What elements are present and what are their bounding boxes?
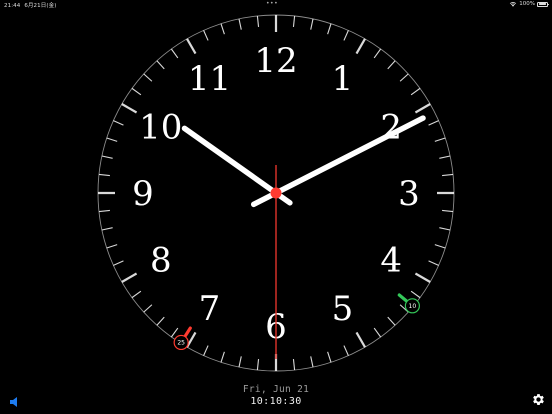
- clock-numeral: 7: [199, 289, 221, 329]
- minute-tick: [143, 73, 153, 82]
- clock-numeral: 3: [398, 174, 420, 214]
- digital-time: 10:10:30: [250, 396, 302, 407]
- minute-tick: [106, 137, 118, 142]
- minute-tick: [238, 356, 242, 368]
- hour-tick: [414, 272, 431, 283]
- minute-tick: [428, 120, 439, 126]
- minute-tick: [101, 155, 113, 159]
- marker-label: 10: [409, 303, 417, 310]
- minute-tick: [373, 48, 382, 59]
- minute-tick: [399, 73, 409, 82]
- hour-tick: [414, 103, 431, 114]
- minute-tick: [343, 345, 349, 356]
- analog-clock: 12 1234567891011 1025: [97, 14, 455, 372]
- minute-tick: [373, 327, 382, 338]
- marker-label: 25: [177, 340, 185, 347]
- hour-tick: [121, 272, 138, 283]
- minute-tick: [410, 87, 421, 96]
- minute-tick: [98, 209, 110, 213]
- clock-numeral: 12: [254, 41, 297, 81]
- minute-tick: [98, 173, 110, 177]
- digital-date: Fri, Jun 21: [242, 384, 310, 395]
- clock-numeral: 4: [380, 241, 402, 281]
- minute-tick: [220, 351, 225, 363]
- minute-tick: [292, 15, 296, 27]
- minute-tick: [256, 15, 260, 27]
- minute-tick: [106, 244, 118, 249]
- minute-tick: [434, 137, 446, 142]
- clock-numeral: 1: [332, 59, 354, 99]
- minute-tick: [203, 30, 209, 41]
- minute-tick: [256, 359, 260, 371]
- minute-tick: [327, 351, 332, 363]
- minute-tick: [170, 48, 179, 59]
- minute-tick: [113, 120, 124, 126]
- speaker-icon: [10, 397, 17, 407]
- hour-tick: [186, 38, 197, 55]
- minute-tick: [310, 18, 314, 30]
- minute-tick: [387, 60, 396, 70]
- minute-tick: [131, 87, 142, 96]
- marker-handle: [397, 293, 408, 303]
- minute-tick: [439, 155, 451, 159]
- clock-numeral: 9: [132, 174, 154, 214]
- hour-tick: [121, 103, 138, 114]
- minute-tick: [131, 290, 142, 299]
- clock-numeral: 10: [139, 108, 182, 148]
- minute-tick: [428, 260, 439, 266]
- clock-numeral: 8: [150, 241, 172, 281]
- sound-button[interactable]: [7, 394, 21, 408]
- minute-tick: [238, 18, 242, 30]
- minute-tick: [439, 227, 451, 231]
- clock-numeral: 5: [332, 289, 354, 329]
- clock-numeral: 11: [188, 59, 231, 99]
- minute-tick: [387, 316, 396, 326]
- minute-tick: [156, 60, 165, 70]
- minute-tick: [310, 356, 314, 368]
- minute-tick: [442, 209, 454, 213]
- minute-tick: [343, 30, 349, 41]
- minute-tick: [434, 244, 446, 249]
- center-cap: [270, 187, 282, 199]
- minute-tick: [442, 173, 454, 177]
- minute-tick: [143, 304, 153, 313]
- hour-tick: [355, 38, 366, 55]
- minute-tick: [156, 316, 165, 326]
- minute-tick: [410, 290, 421, 299]
- minute-tick: [292, 359, 296, 371]
- minute-tick: [327, 23, 332, 35]
- minute-tick: [170, 327, 179, 338]
- gear-icon: [533, 394, 544, 405]
- marker-handle: [183, 326, 192, 338]
- minute-tick: [220, 23, 225, 35]
- settings-button[interactable]: [531, 392, 546, 407]
- minute-tick: [113, 260, 124, 266]
- minute-tick: [203, 345, 209, 356]
- minute-tick: [101, 227, 113, 231]
- hour-tick: [355, 331, 366, 348]
